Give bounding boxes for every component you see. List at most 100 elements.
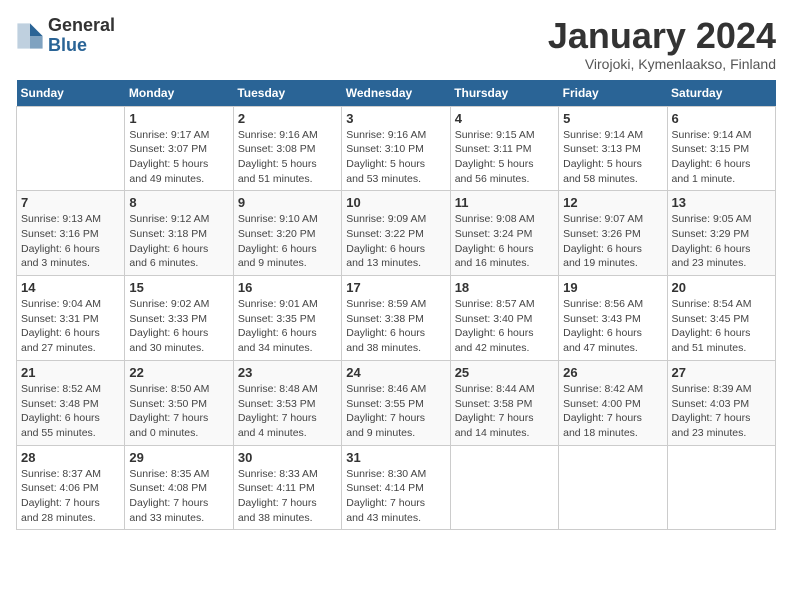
day-number: 22 [129,365,228,380]
weekday-header: Sunday [17,80,125,107]
day-number: 10 [346,195,445,210]
weekday-header: Tuesday [233,80,341,107]
calendar-cell: 11 Sunrise: 9:08 AMSunset: 3:24 PMDayligh… [450,191,558,276]
day-number: 9 [238,195,337,210]
weekday-header: Thursday [450,80,558,107]
calendar-cell: 1 Sunrise: 9:17 AMSunset: 3:07 PMDaylight… [125,106,233,191]
day-info: Sunrise: 8:46 AMSunset: 3:55 PMDaylight:… [346,382,445,441]
day-info: Sunrise: 8:54 AMSunset: 3:45 PMDaylight:… [672,297,771,356]
title-block: January 2024 Virojoki, Kymenlaakso, Finl… [548,16,776,72]
day-number: 18 [455,280,554,295]
calendar-cell: 5Sunrise: 9:14 AMSunset: 3:13 PMDaylight… [559,106,667,191]
day-info: Sunrise: 8:44 AMSunset: 3:58 PMDaylight:… [455,382,554,441]
calendar-cell: 25 Sunrise: 8:44 AMSunset: 3:58 PMDayligh… [450,360,558,445]
day-number: 17 [346,280,445,295]
day-info: Sunrise: 8:35 AMSunset: 4:08 PMDaylight:… [129,467,228,526]
day-number: 26 [563,365,662,380]
weekday-header: Friday [559,80,667,107]
day-number: 27 [672,365,771,380]
calendar-subtitle: Virojoki, Kymenlaakso, Finland [548,56,776,72]
day-number: 29 [129,450,228,465]
calendar-cell: 22Sunrise: 8:50 AMSunset: 3:50 PMDayligh… [125,360,233,445]
day-number: 21 [21,365,120,380]
calendar-cell: 20Sunrise: 8:54 AMSunset: 3:45 PMDayligh… [667,276,775,361]
day-number: 28 [21,450,120,465]
calendar-cell: 14 Sunrise: 9:04 AMSunset: 3:31 PMDayligh… [17,276,125,361]
day-number: 24 [346,365,445,380]
page-header: General Blue January 2024 Virojoki, Kyme… [16,16,776,72]
weekday-header: Wednesday [342,80,450,107]
calendar-week-row: 7Sunrise: 9:13 AMSunset: 3:16 PMDaylight… [17,191,776,276]
day-number: 13 [672,195,771,210]
day-number: 16 [238,280,337,295]
day-info: Sunrise: 9:14 AMSunset: 3:15 PMDaylight:… [672,128,771,187]
day-info: Sunrise: 9:16 AMSunset: 3:10 PMDaylight:… [346,128,445,187]
calendar-cell: 4 Sunrise: 9:15 AMSunset: 3:11 PMDaylight… [450,106,558,191]
day-info: Sunrise: 9:17 AMSunset: 3:07 PMDaylight:… [129,128,228,187]
calendar-cell [450,445,558,530]
calendar-cell [559,445,667,530]
logo: General Blue [16,16,115,56]
day-info: Sunrise: 8:42 AMSunset: 4:00 PMDaylight:… [563,382,662,441]
calendar-cell: 17Sunrise: 8:59 AMSunset: 3:38 PMDayligh… [342,276,450,361]
calendar-cell: 10 Sunrise: 9:09 AMSunset: 3:22 PMDayligh… [342,191,450,276]
day-info: Sunrise: 8:30 AMSunset: 4:14 PMDaylight:… [346,467,445,526]
day-number: 31 [346,450,445,465]
day-info: Sunrise: 8:33 AMSunset: 4:11 PMDaylight:… [238,467,337,526]
day-number: 1 [129,111,228,126]
calendar-cell: 9 Sunrise: 9:10 AMSunset: 3:20 PMDaylight… [233,191,341,276]
day-info: Sunrise: 9:05 AMSunset: 3:29 PMDaylight:… [672,212,771,271]
calendar-title: January 2024 [548,16,776,56]
calendar-cell: 23Sunrise: 8:48 AMSunset: 3:53 PMDayligh… [233,360,341,445]
day-number: 4 [455,111,554,126]
calendar-cell [17,106,125,191]
day-info: Sunrise: 9:10 AMSunset: 3:20 PMDaylight:… [238,212,337,271]
calendar-cell: 7Sunrise: 9:13 AMSunset: 3:16 PMDaylight… [17,191,125,276]
calendar-cell: 12 Sunrise: 9:07 AMSunset: 3:26 PMDayligh… [559,191,667,276]
calendar-cell: 8Sunrise: 9:12 AMSunset: 3:18 PMDaylight… [125,191,233,276]
calendar-cell [667,445,775,530]
day-info: Sunrise: 8:37 AMSunset: 4:06 PMDaylight:… [21,467,120,526]
day-info: Sunrise: 9:02 AMSunset: 3:33 PMDaylight:… [129,297,228,356]
day-info: Sunrise: 8:52 AMSunset: 3:48 PMDaylight:… [21,382,120,441]
day-info: Sunrise: 9:14 AMSunset: 3:13 PMDaylight:… [563,128,662,187]
weekday-header: Monday [125,80,233,107]
calendar-cell: 3 Sunrise: 9:16 AMSunset: 3:10 PMDaylight… [342,106,450,191]
calendar-cell: 30 Sunrise: 8:33 AMSunset: 4:11 PMDayligh… [233,445,341,530]
day-number: 2 [238,111,337,126]
day-number: 14 [21,280,120,295]
day-info: Sunrise: 9:01 AMSunset: 3:35 PMDaylight:… [238,297,337,356]
calendar-cell: 21 Sunrise: 8:52 AMSunset: 3:48 PMDayligh… [17,360,125,445]
calendar-week-row: 28 Sunrise: 8:37 AMSunset: 4:06 PMDayligh… [17,445,776,530]
day-number: 11 [455,195,554,210]
day-number: 25 [455,365,554,380]
calendar-cell: 19Sunrise: 8:56 AMSunset: 3:43 PMDayligh… [559,276,667,361]
calendar-cell: 29 Sunrise: 8:35 AMSunset: 4:08 PMDayligh… [125,445,233,530]
day-number: 7 [21,195,120,210]
day-number: 23 [238,365,337,380]
day-info: Sunrise: 8:57 AMSunset: 3:40 PMDaylight:… [455,297,554,356]
calendar-cell: 13 Sunrise: 9:05 AMSunset: 3:29 PMDayligh… [667,191,775,276]
day-info: Sunrise: 9:16 AMSunset: 3:08 PMDaylight:… [238,128,337,187]
day-number: 3 [346,111,445,126]
calendar-week-row: 1 Sunrise: 9:17 AMSunset: 3:07 PMDaylight… [17,106,776,191]
calendar-cell: 15Sunrise: 9:02 AMSunset: 3:33 PMDayligh… [125,276,233,361]
day-info: Sunrise: 8:39 AMSunset: 4:03 PMDaylight:… [672,382,771,441]
day-number: 30 [238,450,337,465]
day-info: Sunrise: 9:08 AMSunset: 3:24 PMDaylight:… [455,212,554,271]
calendar-table: SundayMondayTuesdayWednesdayThursdayFrid… [16,80,776,531]
day-info: Sunrise: 9:09 AMSunset: 3:22 PMDaylight:… [346,212,445,271]
day-info: Sunrise: 9:04 AMSunset: 3:31 PMDaylight:… [21,297,120,356]
weekday-header: Saturday [667,80,775,107]
day-number: 12 [563,195,662,210]
logo-general-text: General [48,15,115,35]
calendar-cell: 27 Sunrise: 8:39 AMSunset: 4:03 PMDayligh… [667,360,775,445]
logo-blue-text: Blue [48,35,87,55]
day-info: Sunrise: 9:07 AMSunset: 3:26 PMDaylight:… [563,212,662,271]
day-number: 6 [672,111,771,126]
calendar-cell: 28 Sunrise: 8:37 AMSunset: 4:06 PMDayligh… [17,445,125,530]
day-info: Sunrise: 9:15 AMSunset: 3:11 PMDaylight:… [455,128,554,187]
calendar-cell: 18 Sunrise: 8:57 AMSunset: 3:40 PMDayligh… [450,276,558,361]
weekday-header-row: SundayMondayTuesdayWednesdayThursdayFrid… [17,80,776,107]
calendar-cell: 26 Sunrise: 8:42 AMSunset: 4:00 PMDayligh… [559,360,667,445]
